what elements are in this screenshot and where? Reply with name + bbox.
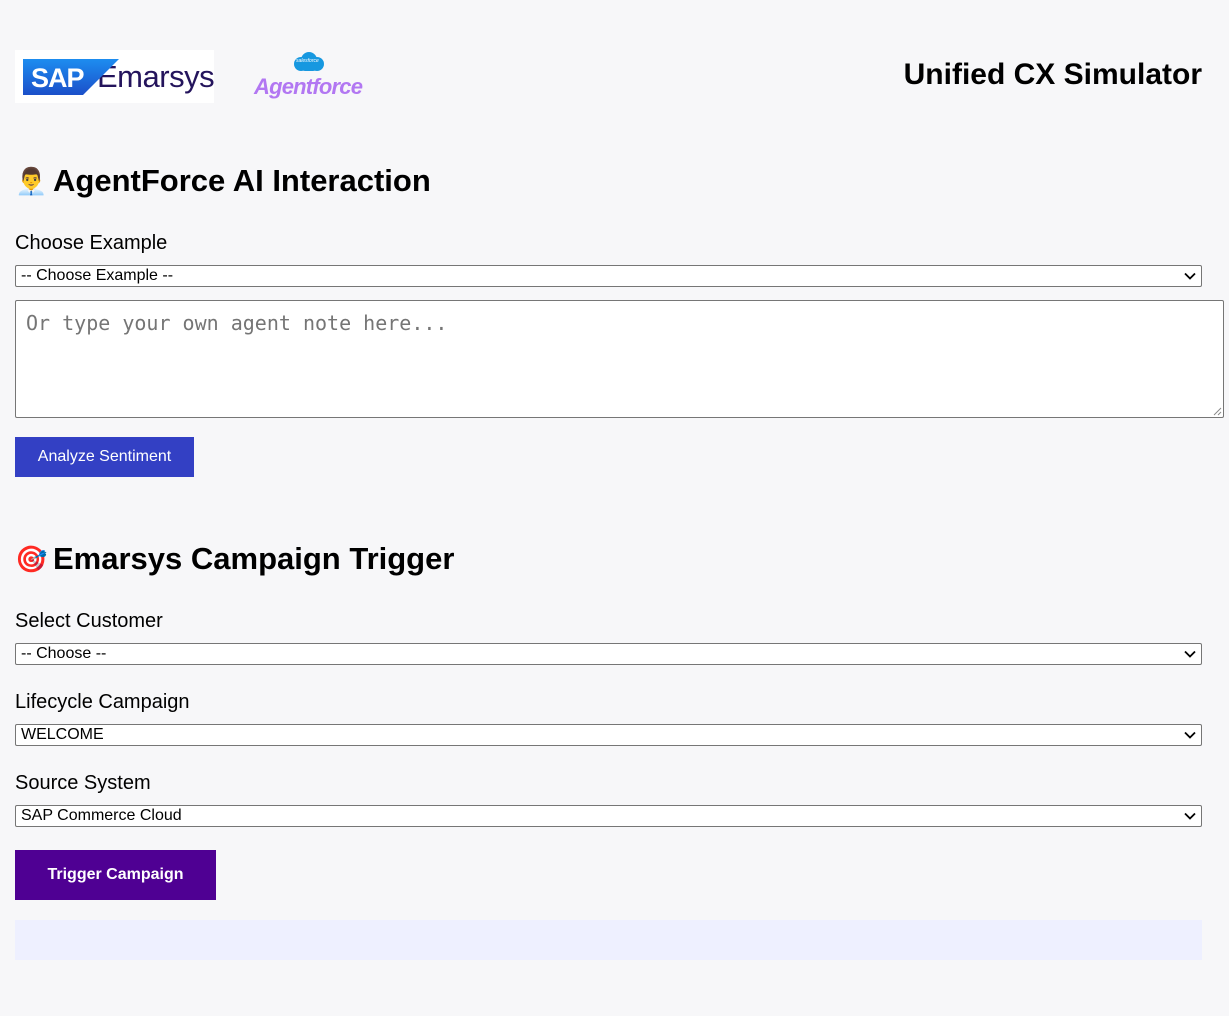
chevron-down-icon (1184, 812, 1196, 820)
salesforce-logo-text: salesforce (296, 58, 319, 64)
agentforce-logo-text: Agentforce (254, 74, 363, 99)
select-customer-select[interactable]: -- Choose -- (15, 643, 1202, 665)
target-icon: 🎯 (15, 543, 48, 574)
campaign-section-title: 🎯 Emarsys Campaign Trigger (15, 541, 454, 577)
sap-logo-text: SAP (31, 62, 85, 93)
trigger-campaign-button[interactable]: Trigger Campaign (15, 850, 216, 900)
analyze-sentiment-button[interactable]: Analyze Sentiment (15, 437, 194, 477)
chevron-down-icon (1184, 731, 1196, 739)
select-customer-selected: -- Choose -- (21, 645, 107, 662)
app-title: Unified CX Simulator (903, 58, 1202, 91)
lifecycle-campaign-label: Lifecycle Campaign (15, 691, 190, 713)
resize-grip-icon[interactable] (1212, 406, 1222, 416)
agentforce-section-title: 👨‍💼 AgentForce AI Interaction (15, 163, 431, 199)
source-system-selected: SAP Commerce Cloud (21, 807, 182, 824)
page: SAP Emarsys salesforce Agentforce Unifie… (0, 0, 1229, 1016)
chevron-down-icon (1184, 272, 1196, 280)
lifecycle-campaign-selected: WELCOME (21, 726, 104, 743)
source-system-select[interactable]: SAP Commerce Cloud (15, 805, 1202, 827)
agentforce-section-title-text: AgentForce AI Interaction (53, 163, 431, 198)
agent-note-textarea[interactable]: Or type your own agent note here... (15, 300, 1224, 418)
choose-example-selected: -- Choose Example -- (21, 267, 174, 284)
campaign-result-box (15, 920, 1202, 960)
choose-example-select[interactable]: -- Choose Example -- (15, 265, 1202, 287)
choose-example-label: Choose Example (15, 232, 168, 254)
agent-note-placeholder: Or type your own agent note here... (26, 311, 448, 335)
source-system-label: Source System (15, 772, 151, 794)
sap-logo-badge: SAP (23, 58, 119, 95)
select-customer-label: Select Customer (15, 610, 163, 632)
header: SAP Emarsys salesforce Agentforce Unifie… (15, 50, 1202, 104)
sap-emarsys-logo: SAP Emarsys (15, 50, 215, 103)
agentforce-logo: salesforce Agentforce (254, 52, 366, 102)
agent-person-icon: 👨‍💼 (15, 165, 48, 196)
chevron-down-icon (1184, 650, 1196, 658)
lifecycle-campaign-select[interactable]: WELCOME (15, 724, 1202, 746)
campaign-section-title-text: Emarsys Campaign Trigger (53, 541, 455, 576)
